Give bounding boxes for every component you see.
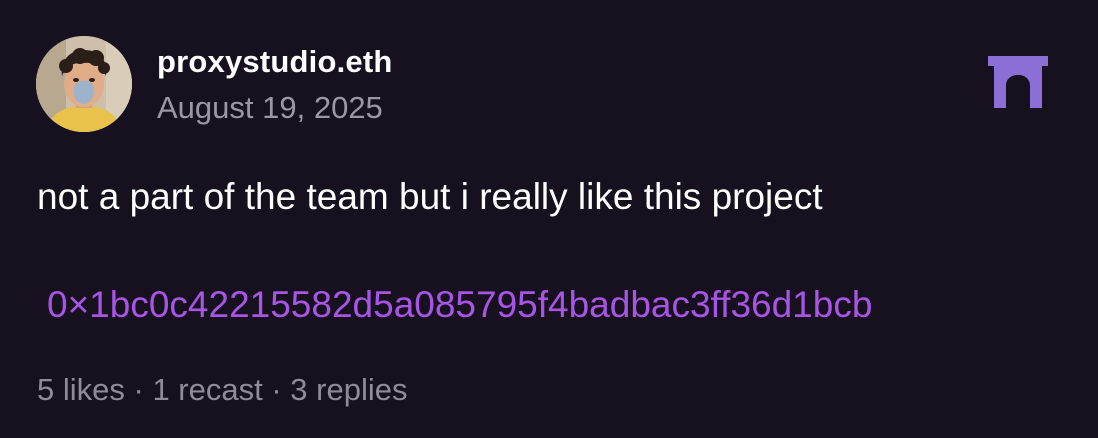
likes-count[interactable]: 5 likes <box>37 372 125 407</box>
archway-icon[interactable] <box>988 56 1048 108</box>
stats-separator: · <box>124 372 153 407</box>
post-stats: 5 likes · 1 recast · 3 replies <box>37 372 407 408</box>
recasts-count[interactable]: 1 recast <box>152 372 262 407</box>
avatar-image <box>36 36 132 132</box>
replies-count[interactable]: 3 replies <box>290 372 407 407</box>
author-username[interactable]: proxystudio.eth <box>157 44 393 80</box>
cast-card: proxystudio.eth August 19, 2025 not a pa… <box>0 0 1098 438</box>
stats-separator: · <box>262 372 291 407</box>
author-avatar[interactable] <box>36 36 132 132</box>
post-date: August 19, 2025 <box>157 90 383 125</box>
wallet-address-link[interactable]: 0×1bc0c42215582d5a085795f4badbac3ff36d1b… <box>47 284 872 326</box>
post-text: not a part of the team but i really like… <box>37 176 823 217</box>
